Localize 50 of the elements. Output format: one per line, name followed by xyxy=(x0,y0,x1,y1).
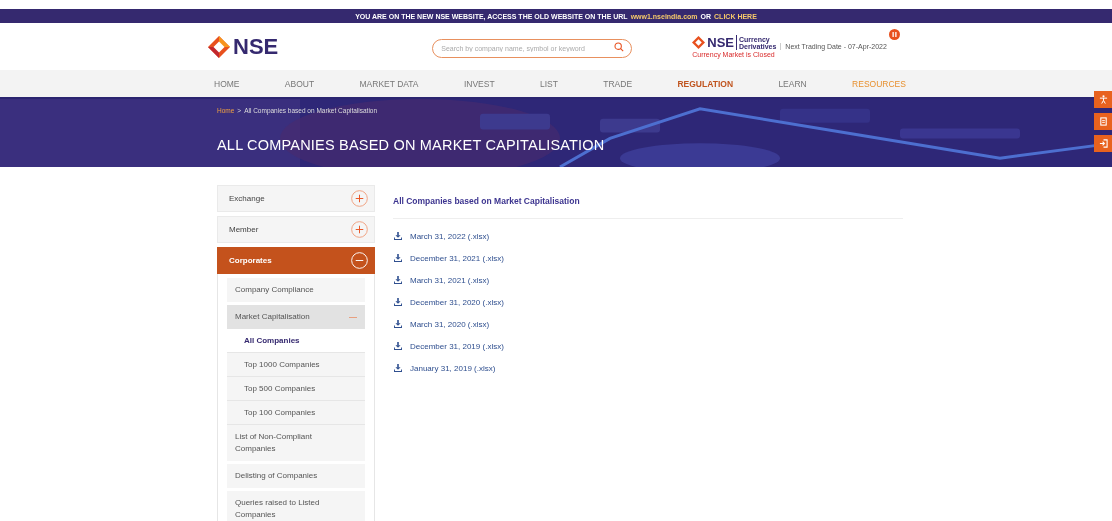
side-button[interactable] xyxy=(1094,135,1112,152)
download-icon[interactable] xyxy=(394,364,402,372)
sidebar-item[interactable]: Corporates xyxy=(217,247,375,274)
submenu-item[interactable]: Market Capitalisation xyxy=(227,305,365,329)
download-link[interactable]: December 31, 2020 (.xlsx) xyxy=(410,297,504,307)
sidebar-item[interactable]: Member xyxy=(217,216,375,243)
logo-icon xyxy=(692,36,706,49)
nav-link[interactable]: LEARN xyxy=(778,78,807,89)
submenu-item[interactable]: Queries raised to Listed Companies xyxy=(227,491,365,521)
side-button[interactable] xyxy=(1094,91,1112,108)
expand-icon[interactable] xyxy=(351,190,368,207)
download-link[interactable]: March 31, 2022 (.xlsx) xyxy=(410,231,490,241)
submenu-item[interactable]: List of Non-Compliant Companies xyxy=(227,425,365,461)
download-icon[interactable] xyxy=(394,320,402,328)
download-icon[interactable] xyxy=(394,254,402,262)
submenu-link[interactable]: Top 500 Companies xyxy=(227,377,365,401)
collapse-icon[interactable] xyxy=(351,252,368,269)
sidebar-item[interactable]: Exchange xyxy=(217,185,375,212)
nav-link[interactable]: TRADE xyxy=(603,78,633,89)
section-title: All Companies based on Market Capitalisation xyxy=(393,196,581,206)
login-icon xyxy=(1098,139,1108,148)
document-icon xyxy=(1098,117,1108,126)
pause-icon[interactable] xyxy=(888,29,900,40)
download-icon[interactable] xyxy=(394,298,402,306)
submenu-item[interactable]: Company Compliance xyxy=(227,278,365,302)
download-icon[interactable] xyxy=(394,276,402,284)
expand-icon[interactable] xyxy=(351,221,368,238)
download-icon[interactable] xyxy=(394,232,402,240)
download-link[interactable]: December 31, 2021 (.xlsx) xyxy=(410,253,504,263)
nav-link[interactable]: REGULATION xyxy=(677,78,733,89)
logo-text[interactable]: NSE xyxy=(233,33,279,60)
search-icon[interactable] xyxy=(614,41,625,52)
download-icon[interactable] xyxy=(394,342,402,350)
submenu-link[interactable]: Top 1000 Companies xyxy=(227,353,365,377)
nav-link[interactable]: MARKET DATA xyxy=(359,78,419,89)
submenu-link[interactable]: Top 100 Companies xyxy=(227,401,365,425)
side-button[interactable] xyxy=(1094,113,1112,130)
logo-icon[interactable] xyxy=(208,35,230,58)
nav-link[interactable]: HOME xyxy=(214,78,240,89)
download-link[interactable]: March 31, 2021 (.xlsx) xyxy=(410,275,490,285)
nav-link[interactable]: ABOUT xyxy=(284,78,315,89)
download-link[interactable]: January 31, 2019 (.xlsx) xyxy=(410,363,496,373)
page-title: ALL COMPANIES BASED ON MARKET CAPITALISATION xyxy=(217,137,606,153)
person-icon xyxy=(1098,95,1108,104)
download-link[interactable]: March 31, 2020 (.xlsx) xyxy=(410,319,490,329)
download-link[interactable]: December 31, 2019 (.xlsx) xyxy=(410,341,504,351)
nav-link[interactable]: INVEST xyxy=(463,78,495,89)
submenu-item[interactable]: Delisting of Companies xyxy=(227,464,365,488)
segment-logo-text: NSE xyxy=(707,35,737,50)
nav-link[interactable]: LIST xyxy=(539,78,558,89)
